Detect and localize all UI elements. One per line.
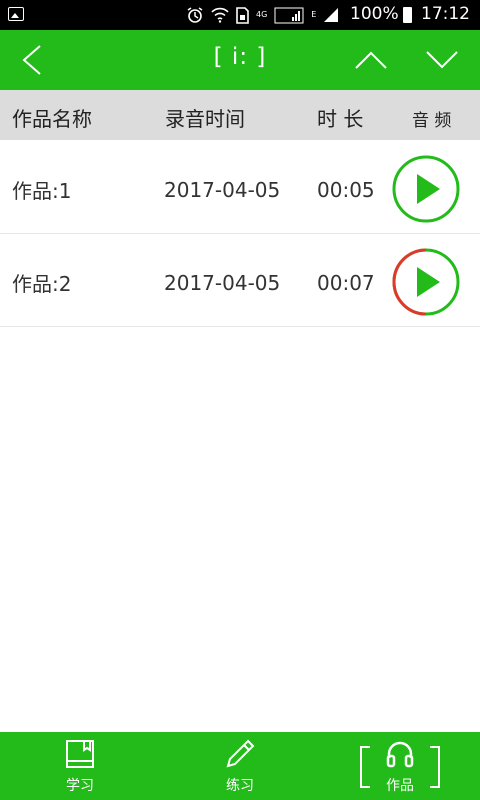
list-item[interactable]: 作品:2 2017-04-05 00:07: [0, 234, 480, 327]
tab-practice-label: 练习: [226, 778, 254, 794]
battery-icon: [403, 7, 412, 23]
recording-name: 作品:2: [12, 272, 72, 296]
network-4g-label: 4G: [256, 10, 268, 19]
recording-duration: 00:05: [317, 178, 375, 202]
tab-practice[interactable]: 练习: [190, 732, 290, 800]
recording-date: 2017-04-05: [164, 178, 281, 202]
alarm-icon: [187, 7, 203, 23]
play-button-icon[interactable]: [392, 248, 460, 316]
clock: 17:12: [421, 4, 470, 24]
recording-duration: 00:07: [317, 271, 375, 295]
wifi-icon: [211, 7, 229, 23]
play-button-icon[interactable]: [392, 155, 460, 223]
tab-works-label: 作品: [386, 778, 414, 794]
chevron-down-icon[interactable]: [425, 50, 459, 70]
column-duration-header: 时 长: [317, 107, 364, 131]
column-time-header: 录音时间: [165, 107, 245, 131]
network-e-label: E: [311, 10, 317, 19]
signal-icon: [274, 7, 304, 23]
headphones-icon: [386, 741, 414, 768]
book-icon: [66, 740, 94, 768]
sim-icon: [236, 6, 249, 24]
status-bar: 4G E 100% 17:12: [0, 0, 480, 30]
tab-study[interactable]: 学习: [30, 732, 130, 800]
list-item[interactable]: 作品:1 2017-04-05 00:05: [0, 141, 480, 234]
recording-date: 2017-04-05: [164, 271, 281, 295]
page-title: [ i: ]: [213, 44, 267, 70]
column-name-header: 作品名称: [12, 107, 92, 131]
tab-study-label: 学习: [66, 778, 94, 794]
gallery-icon: [8, 7, 24, 21]
chevron-up-icon[interactable]: [354, 50, 388, 70]
pencil-icon: [226, 739, 255, 768]
cell-signal-icon: [324, 8, 339, 22]
recording-name: 作品:1: [12, 179, 72, 203]
column-audio-header: 音 频: [412, 111, 452, 131]
tab-works[interactable]: 作品: [350, 732, 450, 800]
column-header: 作品名称 录音时间 时 长 音 频: [0, 90, 480, 140]
bottom-tab-bar: 学习 练习 作品: [0, 732, 480, 800]
battery-percent: 100%: [350, 4, 399, 24]
header: [ i: ]: [0, 30, 480, 90]
